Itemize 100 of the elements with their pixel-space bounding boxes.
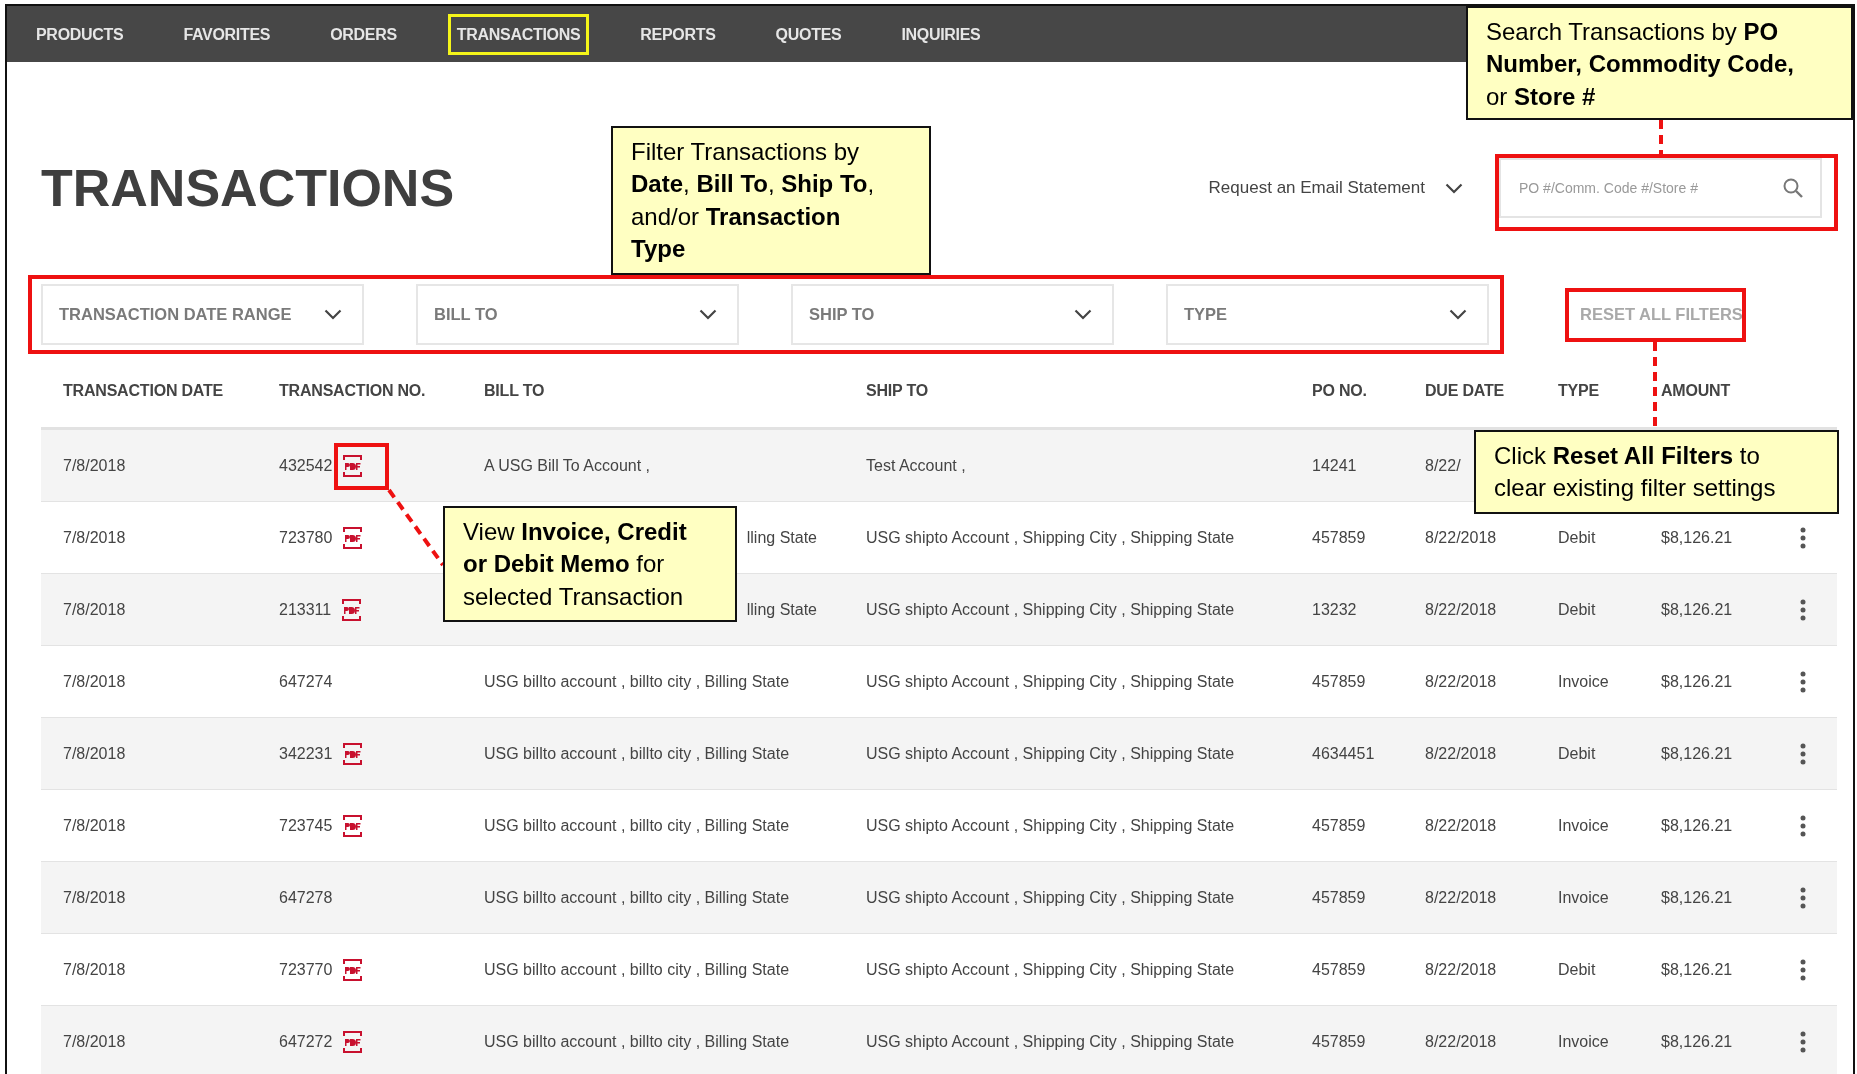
more-options-icon[interactable] [1800,670,1806,693]
amount-cell: $8,126.21 [1661,960,1733,979]
po-number-cell: 457859 [1312,888,1366,907]
amount-cell: $8,126.21 [1661,528,1733,547]
type-cell: Invoice [1558,672,1609,691]
more-options-icon[interactable] [1800,526,1806,549]
due-date-cell: 8/22/2018 [1425,672,1497,691]
ship-to-cell: USG shipto Account , Shipping City , Shipping State [866,672,1235,691]
column-header[interactable]: AMOUNT [1661,382,1800,400]
pdf-icon[interactable] [341,597,363,622]
date-cell: 7/8/2018 [63,1032,126,1051]
column-header[interactable]: TRANSACTION DATE [41,382,279,400]
bill-to-cell: USG billto account , billto city , Billing State [484,744,790,763]
ship-to-cell: USG shipto Account , Shipping City , Shipping State [866,816,1235,835]
column-header[interactable]: DUE DATE [1425,382,1558,400]
ship-to-cell: USG shipto Account , Shipping City , Shipping State [866,960,1235,979]
nav-tab[interactable]: REPORTS [631,13,725,55]
column-header[interactable]: TRANSACTION NO. [279,382,484,400]
date-cell: 7/8/2018 [63,744,126,763]
po-number-cell: 13232 [1312,600,1357,619]
transaction-number: 723770 [279,960,333,979]
callout-box: Search Transactions by PO Number, Commodity Code, or Store # [1466,6,1853,120]
po-number-cell: 457859 [1312,672,1366,691]
amount-cell: $8,126.21 [1661,672,1733,691]
email-statement-dropdown[interactable]: Request an Email Statement [1208,178,1463,198]
due-date-cell: 8/22/2018 [1425,528,1497,547]
column-header[interactable]: SHIP TO [866,382,1312,400]
search-field[interactable]: PO #/Comm. Code #/Store # [1499,158,1822,218]
callout-box: Filter Transactions by Date, Bill To, Ship To, and/or Transaction Type [611,126,931,275]
date-cell: 7/8/2018 [63,888,126,907]
type-cell: Debit [1558,600,1596,619]
type-cell: Debit [1558,744,1596,763]
date-cell: 7/8/2018 [63,816,126,835]
more-options-icon[interactable] [1800,814,1806,837]
nav-tab[interactable]: INQUIRIES [892,13,990,55]
transaction-number: 723780 [279,528,333,547]
chevron-down-icon [324,309,342,320]
bill-to-cell: USG billto account , billto city , Billing State [484,888,790,907]
column-header[interactable]: PO NO. [1312,382,1425,400]
due-date-cell: 8/22/2018 [1425,888,1497,907]
due-date-cell: 8/22/ [1425,456,1461,475]
pdf-icon[interactable] [342,813,364,838]
amount-cell: $8,126.21 [1661,600,1733,619]
more-options-icon[interactable] [1800,886,1806,909]
bill-to-cell: lling State [746,600,817,619]
due-date-cell: 8/22/2018 [1425,600,1497,619]
nav-tab[interactable]: PRODUCTS [27,13,133,55]
filter-dropdown[interactable]: TRANSACTION DATE RANGE [41,284,364,345]
ship-to-cell: Test Account , [866,456,966,475]
more-options-icon[interactable] [1800,958,1806,981]
due-date-cell: 8/22/2018 [1425,960,1497,979]
more-options-icon[interactable] [1800,598,1806,621]
pdf-icon[interactable] [342,1029,364,1054]
highlight-frame [334,443,389,490]
transaction-number: 647272 [279,1032,333,1051]
pdf-icon[interactable] [342,453,364,478]
po-number-cell: 457859 [1312,1032,1366,1051]
filter-dropdown[interactable]: TYPE [1166,284,1489,345]
page-title: TRANSACTIONS [41,158,455,218]
nav-tab[interactable]: TRANSACTIONS [447,13,590,55]
due-date-cell: 8/22/2018 [1425,744,1497,763]
chevron-down-icon [1449,309,1467,320]
filter-dropdown[interactable]: BILL TO [416,284,739,345]
nav-tab[interactable]: ORDERS [321,13,406,55]
ship-to-cell: USG shipto Account , Shipping City , Shipping State [866,528,1235,547]
po-number-cell: 457859 [1312,960,1366,979]
column-header[interactable]: TYPE [1558,382,1661,400]
search-icon[interactable] [1782,177,1804,199]
ship-to-cell: USG shipto Account , Shipping City , Shipping State [866,1032,1235,1051]
amount-cell: $8,126.21 [1661,744,1733,763]
nav-tab[interactable]: FAVORITES [174,13,280,55]
due-date-cell: 8/22/2018 [1425,816,1497,835]
ship-to-cell: USG shipto Account , Shipping City , Shipping State [866,744,1235,763]
po-number-cell: 4634451 [1312,744,1375,763]
bill-to-cell: USG billto account , billto city , Billing State [484,960,790,979]
date-cell: 7/8/2018 [63,960,126,979]
pdf-icon[interactable] [342,741,364,766]
ship-to-cell: USG shipto Account , Shipping City , Shipping State [866,600,1235,619]
more-options-icon[interactable] [1800,742,1806,765]
column-header[interactable]: BILL TO [484,382,866,400]
type-cell: Debit [1558,528,1596,547]
filter-dropdown[interactable]: SHIP TO [791,284,1114,345]
more-options-icon[interactable] [1800,1030,1806,1053]
transaction-number: 647278 [279,888,333,907]
chevron-down-icon [1074,309,1092,320]
pdf-icon[interactable] [342,957,364,982]
transaction-number: 342231 [279,744,333,763]
due-date-cell: 8/22/2018 [1425,1032,1497,1051]
date-cell: 7/8/2018 [63,672,126,691]
type-cell: Invoice [1558,1032,1609,1051]
amount-cell: $8,126.21 [1661,1032,1733,1051]
po-number-cell: 457859 [1312,528,1366,547]
transaction-number: 723745 [279,816,333,835]
nav-tab[interactable]: QUOTES [766,13,851,55]
transaction-number: 432542 [279,456,333,475]
chevron-down-icon [699,309,717,320]
type-cell: Debit [1558,960,1596,979]
pdf-icon[interactable] [342,525,364,550]
chevron-down-icon [1445,182,1463,194]
bill-to-cell: USG billto account , billto city , Billing State [484,672,790,691]
